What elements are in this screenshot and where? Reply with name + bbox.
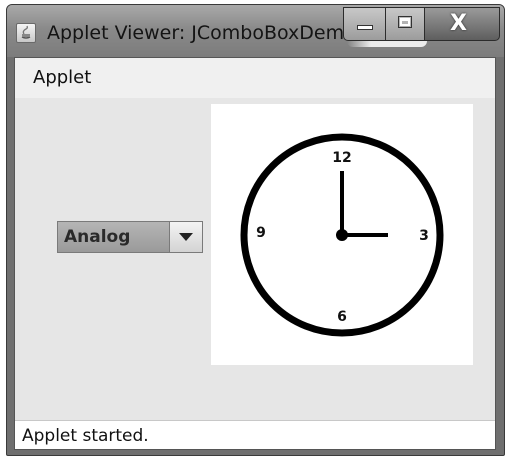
java-app-icon[interactable]	[16, 23, 36, 43]
combobox-selected-value: Analog	[64, 227, 131, 247]
clock-label-6: 6	[337, 309, 347, 325]
applet-panel: Analog 12 3 6 9	[15, 98, 495, 420]
clock-type-combobox[interactable]: Analog	[57, 221, 203, 253]
minimize-icon	[357, 25, 373, 30]
chevron-down-icon[interactable]	[169, 222, 202, 252]
maximize-button[interactable]	[385, 7, 425, 41]
close-button[interactable]: X	[424, 7, 500, 41]
clock-panel: 12 3 6 9	[211, 104, 473, 365]
analog-clock: 12 3 6 9	[240, 133, 444, 337]
minimize-button[interactable]	[343, 7, 386, 41]
clock-center-pin	[336, 229, 348, 241]
applet-viewer-window: Applet Viewer: JComboBoxDemo X Applet An…	[6, 4, 505, 456]
clock-label-12: 12	[332, 150, 351, 166]
status-bar: Applet started.	[15, 420, 495, 449]
close-icon: X	[450, 11, 467, 36]
status-text: Applet started.	[22, 426, 149, 446]
window-title: Applet Viewer: JComboBoxDemo	[47, 22, 347, 44]
applet-client-area: Applet Analog 12 3 6 9 Applet started.	[14, 57, 496, 450]
menu-applet[interactable]: Applet	[33, 67, 91, 88]
menu-bar: Applet	[15, 58, 495, 98]
title-bar[interactable]: Applet Viewer: JComboBoxDemo X	[7, 5, 504, 57]
clock-label-3: 3	[419, 228, 429, 244]
maximize-icon	[398, 16, 412, 28]
clock-label-9: 9	[256, 225, 266, 241]
